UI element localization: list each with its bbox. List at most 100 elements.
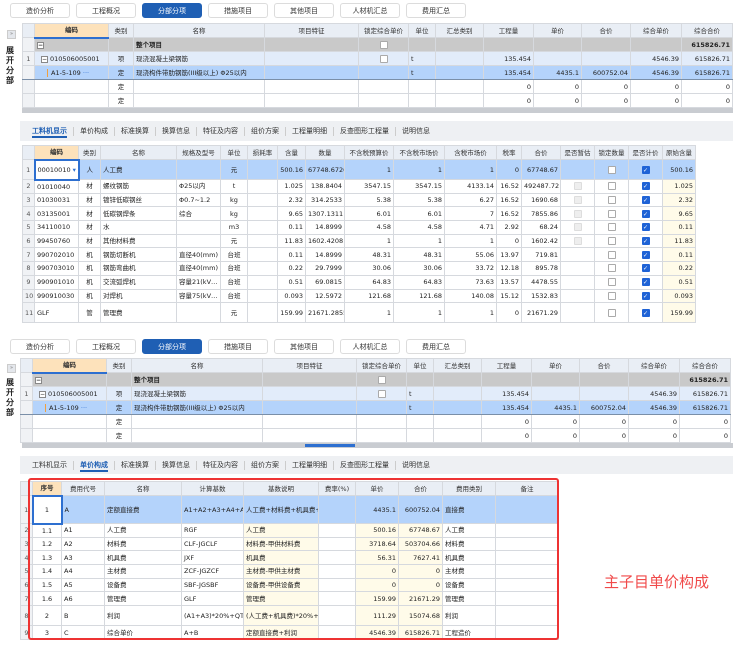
detail-tab-8[interactable]: 说明信息 xyxy=(396,461,436,470)
lock-quantity-checkbox[interactable] xyxy=(607,250,616,259)
cell[interactable] xyxy=(495,564,559,579)
table-row[interactable]: 6 99450760 材 其他材料费 元 11.83 1602.4208 1 1 1 0 1602.4… xyxy=(22,233,696,249)
table-row[interactable]: 3 01030031 材 镀锌低碳钢丝 Φ0.7~1.2 kg 2.32 314.2533 5.… xyxy=(22,192,696,208)
toolbar-button-4[interactable]: 其他项目 xyxy=(274,339,334,354)
detail-tab-6[interactable]: 工程量明细 xyxy=(286,126,334,136)
lock-quantity-checkbox[interactable] xyxy=(607,209,616,218)
cell[interactable] xyxy=(318,591,356,607)
collapse-icon[interactable]: − xyxy=(35,376,42,384)
table-row[interactable]: 9 990901010 机 交流弧焊机 容量21(kV… 台班 0.51 69.0815 64.… xyxy=(22,274,696,290)
column-header[interactable]: 规格及型号 xyxy=(176,145,221,160)
table-row[interactable]: 2 1.1 A1 人工费 RGF 人工费 500.16 67748.67 人工费 xyxy=(20,523,559,538)
column-header[interactable] xyxy=(22,145,35,160)
detail-tab-4[interactable]: 特征及内容 xyxy=(197,460,245,470)
column-header[interactable]: 含量 xyxy=(277,145,306,160)
more-icon[interactable]: ··· xyxy=(81,69,89,77)
toolbar-button-3[interactable]: 措施项目 xyxy=(208,339,268,354)
column-header[interactable]: 锁定综合单价 xyxy=(356,358,407,373)
horizontal-scrollbar[interactable] xyxy=(22,443,733,448)
cell[interactable] xyxy=(318,625,356,641)
cell[interactable] xyxy=(318,550,356,566)
cell[interactable]: −010506005001 xyxy=(34,51,109,66)
toolbar-button-2[interactable]: 分部分项 xyxy=(142,339,202,354)
table-row[interactable]: 定 0 0 0 0 0 xyxy=(20,414,731,429)
detail-tab-4[interactable]: 特征及内容 xyxy=(197,126,245,136)
cell[interactable]: 现浇混凝土梁钢筋 xyxy=(131,386,263,401)
column-header[interactable]: 合价 xyxy=(521,145,561,160)
lock-price-checkbox[interactable] xyxy=(377,375,386,384)
detail-tab-2[interactable]: 标准换算 xyxy=(115,460,156,470)
table-row[interactable]: 定 0 0 0 0 0 xyxy=(22,93,733,108)
column-header[interactable]: 原始含量 xyxy=(662,145,696,160)
billable-checkbox[interactable]: ✓ xyxy=(641,196,650,205)
cell[interactable] xyxy=(133,79,265,94)
table-row[interactable]: 2 01010040 材 螺纹钢筋 Φ25以内 t 1.025 138.8404 3547.15… xyxy=(22,179,696,194)
billable-checkbox[interactable]: ✓ xyxy=(641,237,650,246)
column-header[interactable]: 名称 xyxy=(100,145,177,160)
column-header[interactable]: 汇总类别 xyxy=(435,23,484,38)
column-header[interactable]: 编码 xyxy=(34,23,109,39)
column-header[interactable]: 编码 xyxy=(34,145,79,161)
table-row[interactable]: 9 3 C 综合单价 A+B 定额直接费+利润 4546.39 615826.71 工程造价 xyxy=(20,625,559,641)
detail-tab-1[interactable]: 单价构成 xyxy=(74,460,115,470)
cell[interactable] xyxy=(131,428,263,443)
billable-checkbox[interactable]: ✓ xyxy=(641,278,650,287)
cell[interactable]: A1-5-109 ··· xyxy=(34,65,109,80)
column-header[interactable]: 损耗率 xyxy=(247,145,278,160)
billable-checkbox[interactable]: ✓ xyxy=(641,308,650,317)
column-header[interactable]: 锁定数量 xyxy=(594,145,629,160)
column-header[interactable]: 不含税预算价 xyxy=(344,145,394,160)
column-header[interactable]: 费用类别 xyxy=(442,481,496,496)
lock-quantity-checkbox[interactable] xyxy=(607,223,616,232)
column-header[interactable]: 计算基数 xyxy=(181,481,244,496)
column-header[interactable]: 数量 xyxy=(305,145,345,160)
billable-checkbox[interactable]: ✓ xyxy=(641,209,650,218)
lock-price-checkbox[interactable] xyxy=(379,54,388,63)
provisional-checkbox[interactable] xyxy=(573,196,582,205)
cell[interactable]: A1-5-109 ··· xyxy=(32,400,107,415)
cell[interactable] xyxy=(34,93,109,108)
column-header[interactable]: 项目特征 xyxy=(262,358,357,373)
lock-quantity-checkbox[interactable] xyxy=(607,182,616,191)
column-header[interactable]: 综合单价 xyxy=(628,358,680,373)
column-header[interactable]: 合价 xyxy=(581,23,631,38)
table-row[interactable]: 8 990703010 机 钢筋弯曲机 直径40(mm) 台班 0.22 29.7999 30.… xyxy=(22,261,696,276)
column-header[interactable]: 税率 xyxy=(496,145,522,160)
dropdown-icon[interactable]: ▾ xyxy=(71,166,76,174)
expand-icon[interactable]: » xyxy=(7,30,16,39)
expand-section-label[interactable]: 展开分部 xyxy=(6,378,16,418)
billable-checkbox[interactable]: ✓ xyxy=(641,264,650,273)
detail-tab-8[interactable]: 说明信息 xyxy=(396,127,436,136)
table-row[interactable]: 4 1.3 A3 机具费 JXF 机具费 56.31 7627.41 机具费 xyxy=(20,550,559,566)
column-header[interactable]: 汇总类别 xyxy=(433,358,482,373)
table-row[interactable]: 7 990702010 机 钢筋切断机 直径40(mm) 台班 0.11 14.8999 48.… xyxy=(22,247,696,263)
table-row[interactable]: A1-5-109 ··· 定 现浇构件带肋钢筋(III级以上) Φ25以内 t 135.… xyxy=(22,65,733,80)
table-row[interactable]: 4 03135001 材 低碳钢焊条 综合 kg 9.65 1307.1311 6.01 6.01… xyxy=(22,206,696,222)
table-row[interactable]: 3 1.2 A2 材料费 CLF-JGCLF 材料费-甲供材料费 3718.64 503704… xyxy=(20,536,559,552)
detail-tab-0[interactable]: 工料机显示 xyxy=(26,460,74,470)
lock-price-checkbox[interactable] xyxy=(379,40,388,49)
cell[interactable] xyxy=(131,414,263,429)
column-header[interactable]: 费率(%) xyxy=(318,481,356,496)
column-header[interactable]: 费用代号 xyxy=(61,481,105,496)
column-header[interactable]: 单位 xyxy=(220,145,248,160)
billable-checkbox[interactable]: ✓ xyxy=(641,165,650,174)
toolbar-button-3[interactable]: 措施项目 xyxy=(208,3,268,18)
toolbar-button-2[interactable]: 分部分项 xyxy=(142,3,202,18)
lock-price-checkbox[interactable] xyxy=(377,389,386,398)
detail-tab-5[interactable]: 组价方案 xyxy=(245,460,286,470)
column-header[interactable]: 合价 xyxy=(579,358,629,373)
table-row[interactable]: A1-5-109 ··· 定 现浇构件带肋钢筋(III级以上) Φ25以内 t 135.… xyxy=(20,400,731,415)
column-header[interactable]: 类别 xyxy=(106,358,132,373)
more-icon[interactable]: ··· xyxy=(79,404,87,412)
column-header[interactable]: 编码 xyxy=(32,358,107,374)
collapse-icon[interactable]: − xyxy=(37,41,44,49)
detail-tab-0[interactable]: 工料机显示 xyxy=(26,126,74,136)
detail-tab-7[interactable]: 反查图形工程量 xyxy=(334,460,396,470)
cell[interactable] xyxy=(495,495,559,524)
cell[interactable] xyxy=(318,523,356,538)
column-header[interactable]: 名称 xyxy=(133,23,265,38)
cell[interactable] xyxy=(495,625,559,641)
cell[interactable] xyxy=(495,536,559,552)
column-header[interactable] xyxy=(22,23,35,38)
